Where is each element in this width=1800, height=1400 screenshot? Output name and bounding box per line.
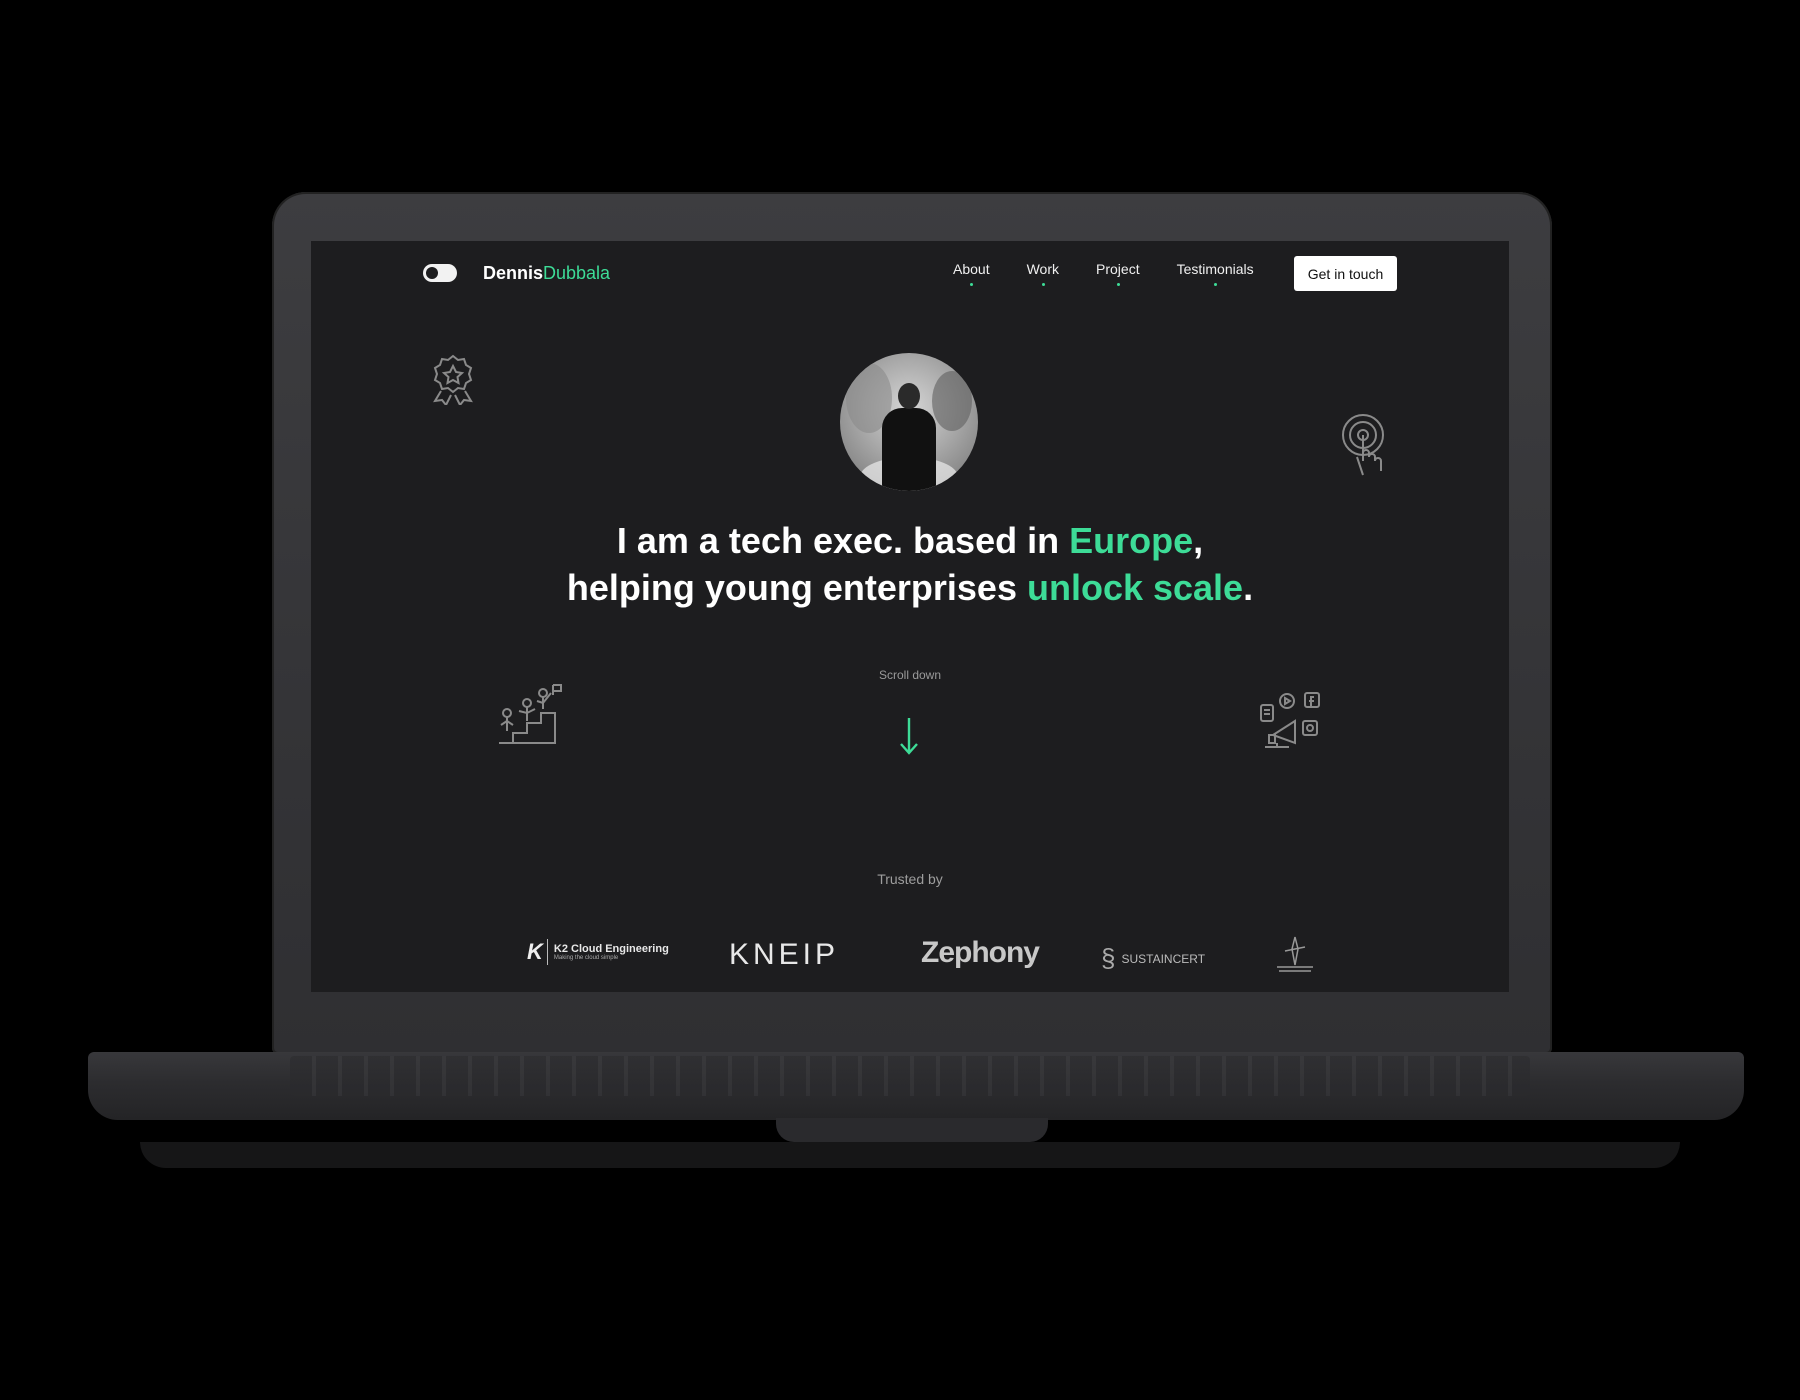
headline-line-1: I am a tech exec. based in Europe,: [616, 520, 1204, 561]
website-screen: DennisDubbala About Work Project Testimo…: [311, 241, 1509, 992]
logo-rocket-emblem: [1277, 936, 1313, 972]
laptop-notch: [776, 1118, 1048, 1142]
nav-links: About Work Project Testimonials: [953, 261, 1291, 286]
nav-link-work[interactable]: Work: [1027, 261, 1059, 286]
trusted-by-label: Trusted by: [877, 871, 943, 887]
marketing-megaphone-icon: [1260, 692, 1320, 748]
brand-logo[interactable]: DennisDubbala: [483, 263, 610, 284]
logo-zephony: Zephony: [921, 936, 1040, 969]
nav-link-testimonials[interactable]: Testimonials: [1177, 261, 1254, 286]
logo-kneip: KNEIP: [729, 938, 840, 971]
nav-link-about[interactable]: About: [953, 261, 990, 286]
logo-sustaincert: § SUSTAINCERT: [1101, 943, 1206, 973]
hero-headline: I am a tech exec. based in Europe, helpi…: [311, 517, 1509, 611]
team-climbing-icon: [499, 684, 562, 744]
nav-link-project[interactable]: Project: [1096, 261, 1140, 286]
top-nav: DennisDubbala About Work Project Testimo…: [311, 241, 1509, 307]
arrow-down-icon[interactable]: [885, 716, 933, 756]
touch-target-icon: [1342, 414, 1384, 476]
headline-line-2: helping young enterprises unlock scale.: [566, 567, 1254, 608]
award-badge-icon: [433, 354, 473, 405]
toggle-icon: [426, 267, 438, 279]
brand-second: Dubbala: [543, 263, 611, 283]
logo-k2-cloud-engineering: K K2 Cloud Engineering Making the cloud …: [527, 939, 669, 965]
laptop-shadow: [140, 1142, 1680, 1168]
laptop-keyboard: [290, 1056, 1530, 1096]
scroll-down-label: Scroll down: [878, 668, 942, 682]
theme-toggle[interactable]: [423, 264, 457, 282]
get-in-touch-button[interactable]: Get in touch: [1294, 256, 1397, 291]
brand-first: Dennis: [483, 263, 544, 283]
client-logos: K K2 Cloud Engineering Making the cloud …: [311, 921, 1509, 973]
profile-photo: [840, 353, 978, 491]
